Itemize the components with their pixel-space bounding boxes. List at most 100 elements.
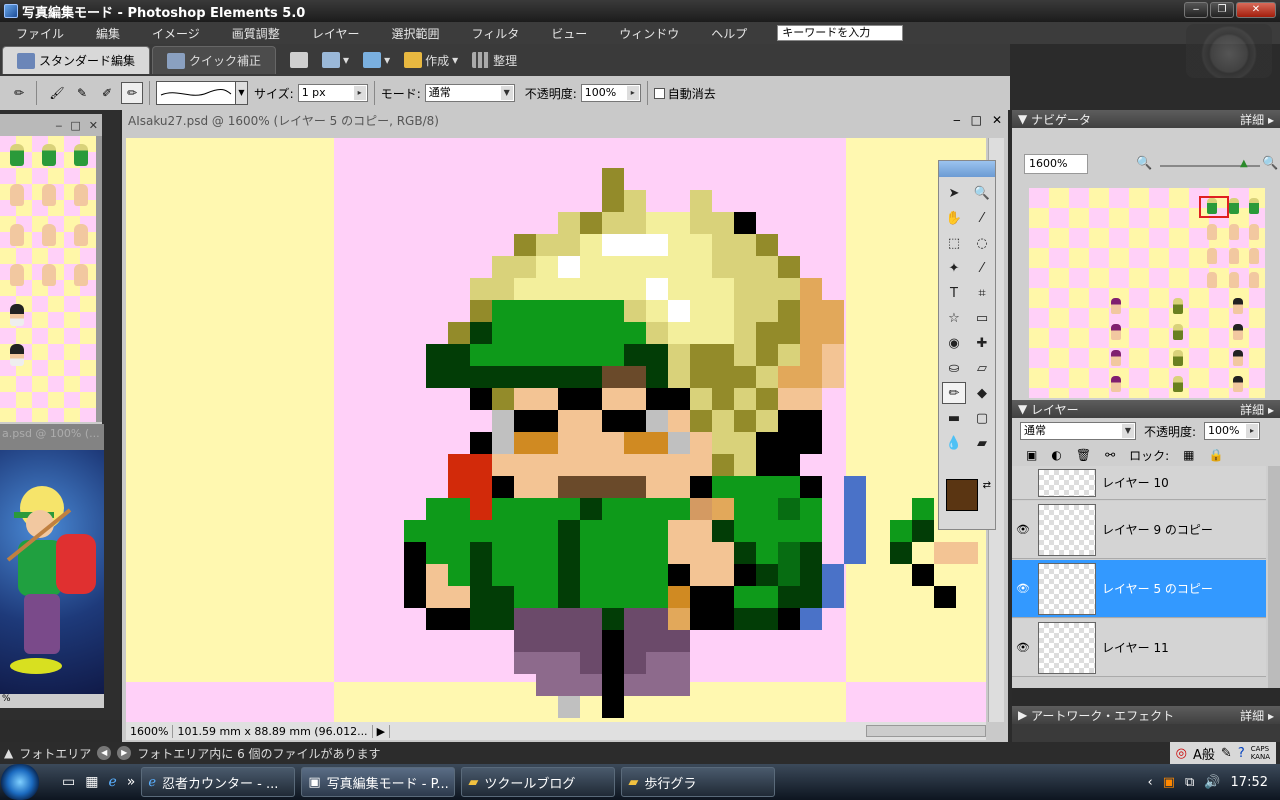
mode-select[interactable]: 通常 ▼ — [424, 84, 515, 102]
help-icon[interactable]: ? — [1238, 746, 1245, 761]
photo-bin-toggle-icon[interactable]: ▲ — [4, 746, 13, 760]
navigator-thumbnail[interactable] — [1029, 188, 1265, 398]
size-stepper-icon[interactable]: ▸ — [353, 86, 366, 100]
paint-bucket-icon[interactable]: ◆ — [970, 382, 994, 404]
zoom-tool-icon[interactable]: 🔍 — [970, 182, 994, 204]
lock-all-icon[interactable]: 🔒 — [1209, 448, 1224, 462]
brush-tool-icon[interactable]: 🖌 — [46, 82, 68, 104]
layer-opacity-stepper[interactable]: ▸ — [1246, 424, 1259, 438]
link-layer-icon[interactable]: ⚯ — [1105, 448, 1115, 462]
selection-brush-icon[interactable]: ⁄ — [970, 257, 994, 279]
foreground-color-swatch[interactable] — [946, 479, 978, 511]
tray-app-icon[interactable]: ▣ — [1163, 775, 1175, 790]
taskbar-item-tkool-blog[interactable]: ▰ ツクールブログ — [461, 767, 616, 797]
adjustment-layer-icon[interactable]: ◐ — [1051, 448, 1061, 462]
start-button[interactable] — [0, 764, 40, 800]
brush-preset-picker[interactable] — [156, 81, 236, 105]
zoom-out-icon[interactable]: 🔍 — [1136, 156, 1152, 171]
status-menu-arrow[interactable]: ▶ — [373, 724, 391, 738]
doc-minimize-icon[interactable]: ‒ — [953, 113, 961, 127]
taskbar-item-ninja-counter[interactable]: ℯ 忍者カウンター - ... — [141, 767, 296, 797]
second-doc-title[interactable]: a.psd @ 100% (... — [0, 424, 104, 450]
menu-file[interactable]: ファイル — [0, 25, 80, 42]
new-layer-icon[interactable]: ▣ — [1026, 448, 1037, 462]
move-tool-icon[interactable]: ➤ — [942, 182, 966, 204]
menu-help[interactable]: ヘルプ — [695, 25, 763, 42]
minimize-icon[interactable]: ‒ — [55, 119, 62, 132]
swap-colors-icon[interactable]: ⇄ — [983, 480, 991, 491]
tab-quick-fix[interactable]: クイック補正 — [152, 46, 277, 74]
menu-select[interactable]: 選択範囲 — [375, 25, 455, 42]
straighten-tool-icon[interactable]: ▭ — [970, 307, 994, 329]
character-art-window[interactable]: % — [0, 450, 104, 708]
layers-more-button[interactable]: 詳細 ▸ — [1240, 401, 1274, 418]
eye-icon[interactable]: 👁 — [1012, 523, 1034, 536]
pencil-tool-selected-icon[interactable]: ✏ — [942, 382, 966, 404]
tray-expand-icon[interactable]: ‹ — [1148, 775, 1153, 790]
layer-row-11[interactable]: 👁 レイヤー 11 — [1012, 619, 1266, 677]
zoom-in-icon[interactable]: 🔍 — [1262, 156, 1278, 171]
order-prints-button[interactable]: ▾ — [322, 52, 349, 68]
layer-row-10[interactable]: レイヤー 10 — [1012, 466, 1266, 500]
shape-tool-icon[interactable]: ▢ — [970, 407, 994, 429]
menu-filter[interactable]: フィルタ — [455, 25, 535, 42]
taskbar-item-photoshop[interactable]: ▣ 写真編集モード - P... — [301, 767, 456, 797]
menu-view[interactable]: ビュー — [535, 25, 603, 42]
red-eye-tool-icon[interactable]: ◉ — [942, 332, 966, 354]
magic-wand-icon[interactable]: ✦ — [942, 257, 966, 279]
lock-transparency-icon[interactable]: ▦ — [1183, 448, 1194, 462]
eye-icon[interactable]: 👁 — [1012, 582, 1034, 595]
print-button[interactable] — [290, 52, 309, 68]
crop-tool-icon[interactable]: ⌗ — [970, 282, 994, 304]
create-button[interactable]: 作成 ▾ — [404, 52, 458, 69]
cookie-cutter-icon[interactable]: ☆ — [942, 307, 966, 329]
hand-tool-icon[interactable]: ✋ — [942, 207, 966, 229]
healing-brush-icon[interactable]: ✚ — [970, 332, 994, 354]
pencil-tool-icon[interactable]: ✏ — [8, 82, 30, 104]
search-input[interactable]: キーワードを入力 — [777, 25, 904, 41]
navigator-more-button[interactable]: 詳細 ▸ — [1240, 111, 1274, 128]
horizontal-scrollbar[interactable] — [866, 725, 986, 737]
navigator-header[interactable]: ▼ ナビゲータ 詳細 ▸ — [1012, 110, 1280, 128]
maximize-icon[interactable]: □ — [70, 119, 80, 132]
impressionist-brush-icon[interactable]: ✎ — [71, 82, 93, 104]
layers-scrollbar[interactable] — [1268, 466, 1280, 688]
size-field[interactable]: 1 px ▸ — [297, 84, 368, 102]
network-icon[interactable]: ⧉ — [1185, 775, 1194, 790]
blend-mode-select[interactable]: 通常 ▼ — [1020, 422, 1136, 440]
navigator-zoom-field[interactable]: 1600% — [1024, 154, 1088, 174]
color-replace-brush-icon[interactable]: ✐ — [96, 82, 118, 104]
marquee-tool-icon[interactable]: ⬚ — [942, 232, 966, 254]
brush-preset-dropdown[interactable]: ▼ — [236, 81, 248, 105]
organize-button[interactable]: 整理 — [472, 52, 517, 69]
toolbox-header[interactable] — [939, 161, 995, 177]
sprite-window-scrollbar[interactable] — [96, 136, 102, 422]
opacity-field[interactable]: 100% ▸ — [580, 84, 641, 102]
sponge-tool-icon[interactable]: ▰ — [970, 432, 994, 454]
previous-photo-icon[interactable]: ◀ — [97, 746, 112, 760]
doc-close-icon[interactable]: ✕ — [992, 113, 1002, 127]
tab-standard-edit[interactable]: スタンダード編集 — [2, 46, 151, 74]
eyedropper-tool-icon[interactable]: ⁄ — [970, 207, 994, 229]
next-photo-icon[interactable]: ▶ — [117, 746, 132, 760]
quick-launch-more-icon[interactable]: » — [127, 774, 136, 790]
zoom-slider-handle[interactable]: ▲ — [1240, 158, 1248, 169]
doc-maximize-icon[interactable]: □ — [971, 113, 982, 127]
pencil-option-icon[interactable]: ✏ — [121, 82, 143, 104]
ime-mode-icon[interactable]: A般 — [1193, 744, 1215, 763]
effects-more-button[interactable]: 詳細 ▸ — [1240, 707, 1274, 724]
auto-erase-checkbox[interactable] — [653, 87, 665, 99]
effects-header[interactable]: ▶ アートワーク・エフェクト 詳細 ▸ — [1012, 706, 1280, 724]
show-desktop-icon[interactable]: ▭ — [62, 774, 75, 790]
delete-layer-icon[interactable]: 🗑 — [1076, 448, 1091, 462]
type-tool-icon[interactable]: T — [942, 282, 966, 304]
taskbar-item-walking-graphics[interactable]: ▰ 歩行グラ — [621, 767, 776, 797]
ie-browser-icon[interactable]: ℯ — [108, 774, 116, 790]
ime-icon[interactable]: ◎ — [1176, 746, 1187, 761]
menu-enhance[interactable]: 画質調整 — [216, 25, 296, 42]
menu-edit[interactable]: 編集 — [80, 25, 136, 42]
opacity-stepper-icon[interactable]: ▸ — [626, 86, 639, 100]
ime-tools-icon[interactable]: ✎ — [1221, 746, 1232, 761]
gradient-tool-icon[interactable]: ▬ — [942, 407, 966, 429]
volume-icon[interactable]: 🔊 — [1204, 775, 1220, 790]
